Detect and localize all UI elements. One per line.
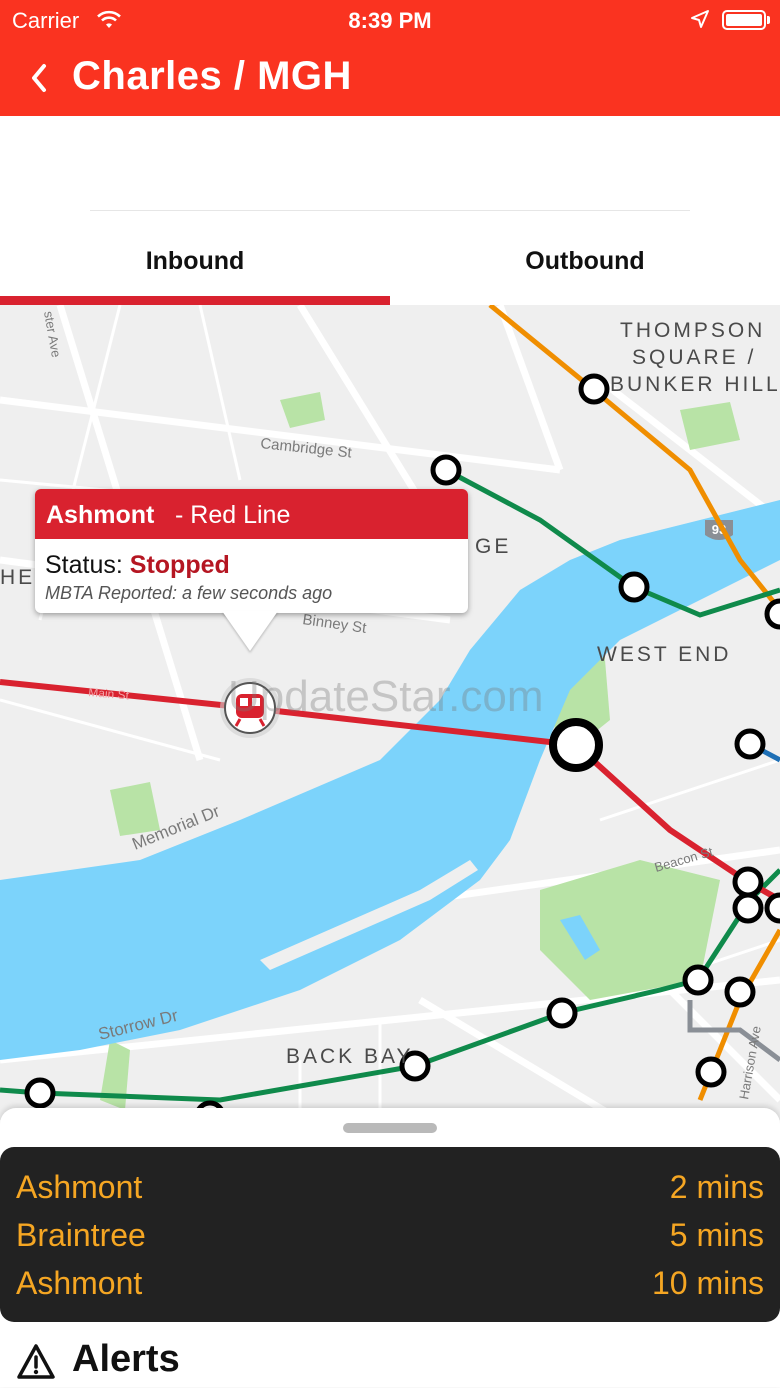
status-label: Status: bbox=[45, 551, 123, 579]
header-spacer bbox=[0, 116, 780, 211]
predictions-list: Ashmont 2 mins Braintree 5 mins Ashmont … bbox=[0, 1147, 780, 1322]
prediction-eta: 2 mins bbox=[669, 1169, 764, 1205]
map-label-thompson: THOMPSON bbox=[620, 319, 765, 342]
callout-status: Status: Stopped bbox=[45, 551, 230, 580]
map-label-he: HE bbox=[0, 566, 35, 589]
sheet-drag-handle[interactable] bbox=[343, 1123, 437, 1133]
station-charles-mgh bbox=[549, 718, 603, 772]
divider bbox=[90, 210, 690, 211]
watermark: UpdateStar.com bbox=[228, 672, 544, 721]
prediction-destination: Ashmont bbox=[16, 1265, 143, 1301]
chevron-left-icon[interactable] bbox=[24, 58, 64, 98]
prediction-destination: Braintree bbox=[16, 1217, 146, 1253]
prediction-eta: 10 mins bbox=[651, 1265, 764, 1301]
callout-header: Ashmont - Red Line bbox=[35, 489, 468, 539]
callout-reported: MBTA Reported: a few seconds ago bbox=[45, 583, 333, 603]
prediction-eta: 5 mins bbox=[669, 1217, 764, 1253]
map-label-square: SQUARE / bbox=[632, 346, 756, 369]
map-label-west-end: WEST END bbox=[597, 643, 731, 666]
status-bar: Carrier 8:39 PM bbox=[0, 0, 780, 40]
direction-tabs: Inbound Outbound bbox=[0, 212, 780, 305]
battery-icon bbox=[722, 10, 766, 30]
list-item[interactable]: Ashmont 2 mins bbox=[16, 1169, 764, 1217]
list-item[interactable]: Braintree 5 mins bbox=[16, 1217, 764, 1265]
list-item[interactable]: Ashmont 10 mins bbox=[16, 1265, 764, 1313]
status-value: Stopped bbox=[129, 551, 230, 579]
page-title: Charles / MGH bbox=[72, 54, 352, 98]
callout-tail bbox=[222, 611, 278, 651]
location-arrow-icon bbox=[691, 10, 709, 28]
prediction-destination: Ashmont bbox=[16, 1169, 143, 1205]
warning-triangle-icon bbox=[17, 1344, 55, 1379]
tab-inbound[interactable]: Inbound bbox=[0, 212, 390, 305]
map-label-ge: GE bbox=[475, 535, 511, 558]
map-label-back-bay: BACK BAY bbox=[286, 1045, 413, 1068]
alerts-title: Alerts bbox=[72, 1338, 180, 1380]
callout-line: - Red Line bbox=[175, 501, 291, 529]
tab-outbound[interactable]: Outbound bbox=[390, 212, 780, 305]
clock: 8:39 PM bbox=[348, 8, 432, 33]
train-callout[interactable]: Ashmont - Red Line Status: Stopped MBTA … bbox=[35, 489, 468, 613]
tab-selected-indicator bbox=[0, 296, 390, 305]
map-label-bunker-hill: BUNKER HILL bbox=[610, 373, 780, 396]
nav-bar: Charles / MGH bbox=[0, 40, 780, 116]
battery-tip bbox=[767, 16, 770, 24]
callout-destination: Ashmont bbox=[46, 501, 155, 529]
